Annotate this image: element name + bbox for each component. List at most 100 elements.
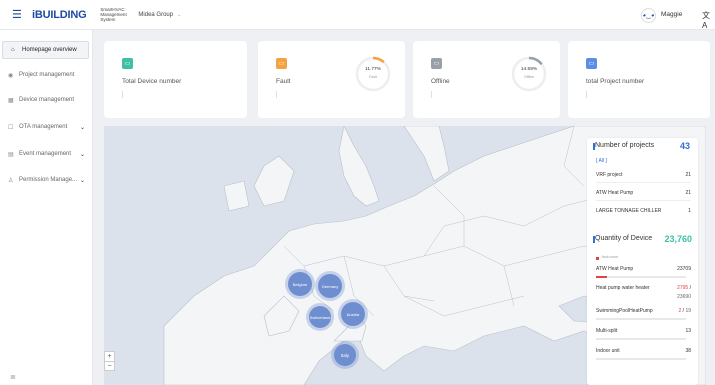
device-row-name: SwimmingPoolHeatPump (596, 308, 653, 314)
device-row-value: 23709 (677, 266, 691, 272)
card-value-divider (276, 91, 277, 98)
sidebar-item-label: Permission Manage... (19, 177, 78, 183)
device-fault-bar-fill (596, 276, 607, 278)
map-zoom-control: + − (104, 351, 115, 371)
sidebar-item-event-management[interactable]: ▤ Event management ⌄ (0, 145, 93, 163)
card-value-divider (122, 91, 123, 98)
chevron-down-icon: ⌄ (80, 151, 86, 158)
device-row-values: 2795 / 23690 (660, 284, 691, 302)
project-row[interactable]: VRF project 21 (596, 172, 691, 178)
top-bar: ☰ iBUILDING SmartHVAC Management System … (0, 0, 715, 30)
device-row[interactable]: ATW Heat Pump 23709 (596, 266, 691, 272)
sidebar-item-permission-management[interactable]: ♙ Permission Manage... ⌄ (0, 171, 93, 189)
card-value-divider (431, 91, 432, 98)
sidebar-item-label: Event management (19, 151, 72, 157)
map-cluster-belgium[interactable]: Belgium (288, 272, 312, 296)
map-cluster-austria[interactable]: Austria (341, 302, 365, 326)
card-value-divider (586, 91, 587, 98)
map-cluster-switzerland[interactable]: Switzerland (309, 306, 331, 328)
card-title: total Project number (586, 78, 645, 85)
zoom-out-button[interactable]: − (105, 362, 114, 372)
system-name: SmartHVAC Management System (100, 7, 127, 22)
fault-legend-marker (596, 257, 599, 260)
fault-percent: 11.77% (365, 67, 381, 72)
device-row-name: Heat pump water heater (596, 285, 650, 291)
collapse-sidebar-icon[interactable]: ≣ (10, 373, 16, 381)
projects-title: Number of projects (595, 142, 655, 149)
card-title: Total Device number (122, 78, 182, 85)
sidebar-item-ota-management[interactable]: ☐ OTA management ⌄ (0, 118, 93, 136)
filter-all-link[interactable]: [ All ] (596, 158, 607, 164)
devices-total: 23,760 (664, 234, 692, 244)
map-cluster-label: Italy (340, 352, 350, 358)
device-fault-count: 2795 (677, 285, 689, 291)
sidebar-item-homepage-overview[interactable]: ⌂ Homepage overview (2, 41, 89, 59)
project-row[interactable]: LARGE TONNAGE CHILLER 1 (596, 208, 691, 214)
menu-icon[interactable]: ☰ (12, 9, 22, 20)
card-offline[interactable]: ▭ Offline 14.59% Offline (413, 41, 560, 118)
device-row[interactable]: SwimmingPoolHeatPump 2 / 19 (596, 308, 691, 314)
device-fault-bar (596, 338, 686, 340)
device-row-value: 19 (685, 308, 691, 314)
card-total-project[interactable]: ▭ total Project number (568, 41, 710, 118)
map-cluster-label: Belgium (292, 281, 308, 287)
project-icon: ◉ (8, 72, 14, 79)
divider (596, 200, 691, 201)
card-fault[interactable]: ▭ Fault 11.77% Fault (258, 41, 405, 118)
fault-icon: ▭ (276, 58, 287, 69)
permission-icon: ♙ (8, 177, 14, 184)
sidebar-item-device-management[interactable]: ▦ Device management (0, 91, 93, 109)
card-total-device[interactable]: ▭ Total Device number (104, 41, 247, 118)
event-icon: ▤ (8, 151, 14, 158)
user-name[interactable]: Maggie (661, 11, 682, 18)
offline-icon: ▭ (431, 58, 442, 69)
project-row-value: 21 (685, 190, 691, 196)
avatar[interactable]: ◕‿◕ (641, 8, 656, 23)
project-row-name: ATW Heat Pump (596, 190, 634, 196)
projects-total: 43 (679, 141, 690, 151)
divider (596, 182, 691, 183)
offline-percent-label: Offline (523, 75, 535, 79)
sidebar-item-label: Homepage overview (22, 47, 77, 53)
device-fault-bar (596, 358, 686, 360)
sidebar-item-project-management[interactable]: ◉ Project management (0, 66, 93, 84)
device-row-values: 2 / 19 (678, 308, 691, 314)
ota-icon: ☐ (8, 124, 14, 131)
map-cluster-label: Austria (346, 311, 360, 317)
language-icon[interactable]: 文A (702, 10, 715, 30)
sidebar-item-label: Project management (19, 72, 75, 78)
device-fault-bar (596, 318, 686, 320)
map-cluster-germany[interactable]: Germany (318, 274, 342, 298)
group-selector[interactable]: Midea Group ⌄ (138, 12, 181, 18)
zoom-in-button[interactable]: + (105, 352, 114, 362)
device-fault-bar (596, 276, 686, 278)
project-row-name: VRF project (596, 172, 623, 178)
fault-percent-label: Fault (369, 75, 377, 79)
offline-donut-ring (511, 56, 547, 92)
app-logo[interactable]: iBUILDING (32, 9, 87, 21)
card-title: Offline (431, 78, 450, 85)
device-icon: ▭ (122, 58, 133, 69)
offline-percent: 14.59% (520, 67, 538, 72)
project-row[interactable]: ATW Heat Pump 21 (596, 190, 691, 196)
project-icon: ▭ (586, 58, 597, 69)
offline-donut: 14.59% Offline (510, 55, 548, 93)
device-row[interactable]: Multi-split 13 (596, 328, 691, 334)
device-row-name: Indoor unit (596, 348, 620, 354)
device-row-name: ATW Heat Pump (596, 266, 634, 272)
chevron-down-icon: ⌄ (80, 177, 86, 184)
devices-title: Quantity of Device (595, 235, 653, 242)
home-icon: ⌂ (11, 47, 15, 53)
project-row-value: 1 (688, 208, 691, 214)
map-cluster-label: Germany (321, 283, 339, 289)
fault-legend-label: fault count (602, 255, 619, 259)
project-row-name: LARGE TONNAGE CHILLER (596, 208, 662, 214)
group-name: Midea Group (138, 11, 174, 18)
sidebar-item-label: OTA management (19, 124, 68, 130)
device-row[interactable]: Indoor unit 38 (596, 348, 691, 354)
statistics-panel: Number of projects 43 [ All ] VRF projec… (587, 138, 698, 385)
sidebar: ⌂ Homepage overview ◉ Project management… (0, 30, 93, 385)
map-cluster-italy[interactable]: Italy (334, 344, 356, 366)
card-title: Fault (276, 78, 291, 85)
sidebar-item-label: Device management (19, 97, 75, 103)
